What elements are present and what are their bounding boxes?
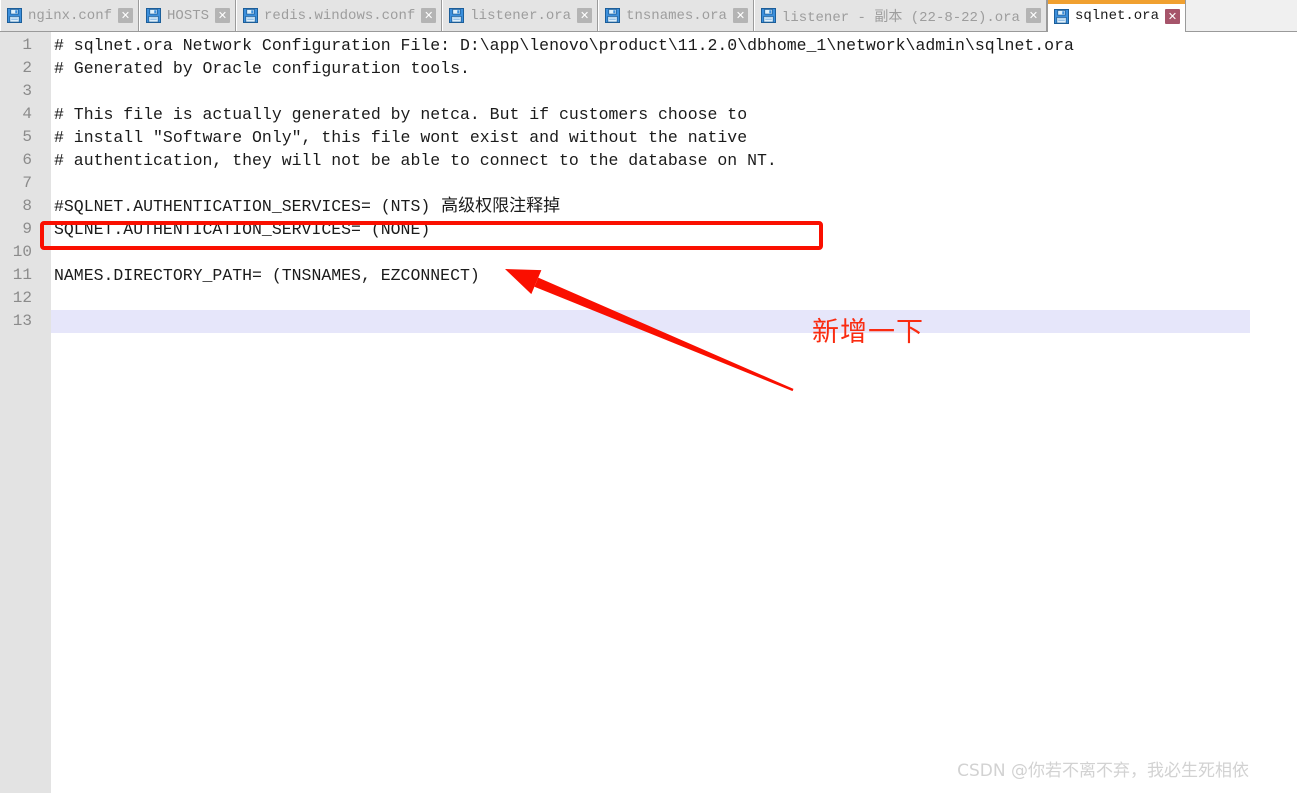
code-line[interactable]: #SQLNET.AUTHENTICATION_SERVICES= (NTS) 高… [51, 195, 560, 218]
line-number: 5 [22, 128, 32, 146]
line-number: 13 [12, 312, 32, 330]
line-number: 6 [22, 151, 32, 169]
tab-sqlnet-ora[interactable]: sqlnet.ora ✕ [1046, 0, 1186, 32]
floppy-disk-icon [146, 8, 162, 23]
tab-close-icon[interactable]: ✕ [1025, 8, 1041, 23]
tab-label: listener - 副本 (22-8-22).ora [781, 9, 1020, 26]
line-number: 7 [22, 174, 32, 192]
line-number: 10 [12, 243, 32, 261]
tab-listener-22-8-22-ora[interactable]: listener - 副本 (22-8-22).ora ✕ [753, 0, 1047, 31]
floppy-disk-icon [243, 8, 259, 23]
code-line[interactable] [51, 80, 54, 103]
editor-pane[interactable]: 1 2 3 4 5 6 7 8 9 10 11 12 13 # sqlnet.ora Network C… [0, 32, 1297, 793]
floppy-disk-icon [1053, 8, 1069, 24]
tab-tnsnames-ora[interactable]: tnsnames.ora ✕ [598, 0, 754, 31]
line-number: 4 [22, 105, 32, 123]
code-line[interactable]: # authentication, they will not be able … [51, 149, 777, 172]
tab-listener-ora[interactable]: listener.ora ✕ [442, 0, 599, 31]
current-line-highlight [51, 310, 1250, 333]
tab-bar: nginx.conf ✕ HOSTS ✕ redis.windows.conf ✕ list… [0, 0, 1297, 32]
code-line[interactable] [51, 310, 54, 333]
floppy-disk-icon [760, 8, 776, 23]
code-text-area[interactable]: # sqlnet.ora Network Configuration File:… [51, 32, 1297, 793]
tab-close-icon[interactable]: ✕ [421, 8, 437, 23]
code-line[interactable]: # Generated by Oracle configuration tool… [51, 57, 470, 80]
code-line[interactable]: # install "Software Only", this file won… [51, 126, 747, 149]
tab-close-icon[interactable]: ✕ [215, 8, 231, 23]
tab-close-icon[interactable]: ✕ [1164, 8, 1180, 24]
tab-close-icon[interactable]: ✕ [577, 8, 593, 23]
tab-redis-windows-conf[interactable]: redis.windows.conf ✕ [236, 0, 443, 31]
floppy-disk-icon [605, 8, 621, 23]
code-line[interactable]: # sqlnet.ora Network Configuration File:… [51, 34, 1074, 57]
tab-label: HOSTS [167, 7, 210, 24]
line-number: 1 [22, 36, 32, 54]
tab-label: listener.ora [470, 7, 572, 24]
tab-label: redis.windows.conf [264, 7, 416, 24]
add-line-annotation-text: 新增一下 [812, 317, 924, 348]
code-line[interactable]: NAMES.DIRECTORY_PATH= (TNSNAMES, EZCONNE… [51, 264, 480, 287]
line-number: 12 [12, 289, 32, 307]
tab-label: tnsnames.ora [626, 7, 727, 24]
floppy-disk-icon [7, 8, 22, 23]
line-number: 3 [22, 82, 32, 100]
line-number: 8 [22, 197, 32, 215]
tab-nginx-conf[interactable]: nginx.conf ✕ [0, 0, 140, 31]
code-line[interactable]: # This file is actually generated by net… [51, 103, 747, 126]
line-number: 9 [22, 220, 32, 238]
code-line[interactable] [51, 172, 54, 195]
code-line[interactable] [51, 287, 54, 310]
floppy-disk-icon [449, 8, 465, 23]
comment-out-annotation-text: 高级权限注释掉 [430, 196, 561, 216]
line-number: 2 [22, 59, 32, 77]
code-line[interactable]: SQLNET.AUTHENTICATION_SERVICES= (NONE) [51, 218, 430, 241]
tab-close-icon[interactable]: ✕ [118, 8, 134, 23]
line-number: 11 [12, 266, 32, 284]
tab-label: sqlnet.ora [1074, 8, 1159, 24]
tab-close-icon[interactable]: ✕ [732, 8, 748, 23]
tab-label: nginx.conf [28, 7, 113, 24]
tab-hosts[interactable]: HOSTS ✕ [139, 0, 237, 31]
line-number-gutter: 1 2 3 4 5 6 7 8 9 10 11 12 13 [0, 32, 51, 793]
code-line[interactable] [51, 241, 54, 264]
csdn-watermark: CSDN @你若不离不弃，我必生死相依 [957, 761, 1249, 781]
